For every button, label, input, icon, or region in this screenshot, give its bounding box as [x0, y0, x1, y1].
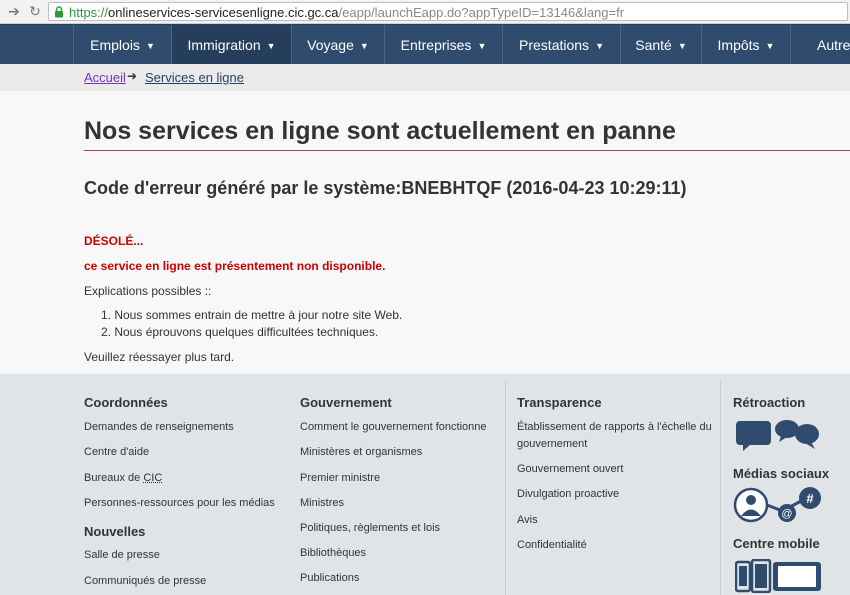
reload-icon[interactable]: ↻ — [27, 3, 43, 19]
menu-item-entreprises[interactable]: Entreprises ▼ — [384, 25, 502, 65]
page-title: Nos services en ligne sont actuellement … — [84, 117, 676, 145]
chevron-down-icon: ▼ — [359, 41, 369, 51]
footer-link[interactable]: Ministères et organismes — [300, 444, 422, 460]
footer-link[interactable]: Établissement de rapports à l'échelle du — [517, 419, 712, 435]
menu-item-autres[interactable]: Autres — [790, 25, 850, 65]
mobile-devices-icon[interactable] — [735, 559, 825, 593]
menu-item-emplois[interactable]: Emplois ▼ — [73, 25, 171, 65]
footer-link[interactable]: Salle de presse — [84, 547, 160, 563]
main-menu: Emplois ▼ Immigration ▼ Voyage ▼ Entreprise… — [0, 24, 850, 65]
footer-link[interactable]: Communiqués de presse — [84, 573, 206, 589]
chevron-down-icon: ▼ — [595, 41, 604, 51]
unavailable-message: ce service en ligne est présentement non… — [84, 259, 386, 273]
forward-arrow-icon[interactable]: ➔ — [6, 3, 22, 19]
cic-abbreviation: CIC — [143, 472, 163, 484]
footer-heading-nouvelles: Nouvelles — [84, 524, 146, 539]
explanation-item: 2. Nous éprouvons quelques difficultées … — [101, 325, 379, 339]
feedback-bubbles-icon[interactable] — [735, 418, 821, 452]
footer-link[interactable]: Divulgation proactive — [517, 486, 619, 502]
explanation-item: 1. Nous sommes entrain de mettre à jour … — [101, 308, 403, 322]
footer-link[interactable]: gouvernement — [517, 436, 587, 452]
breadcrumb-arrow-icon: ➜ — [127, 69, 138, 83]
footer-heading-medias-sociaux: Médias sociaux — [733, 466, 830, 481]
error-code-heading: Code d'erreur généré par le système:BNEB… — [84, 178, 687, 198]
sorry-message: DÉSOLÉ... — [84, 234, 144, 248]
url-text: https://onlineservices-servicesenligne.c… — [69, 5, 625, 20]
footer-link[interactable]: Bureaux de CIC — [84, 470, 162, 486]
title-divider — [84, 150, 850, 151]
svg-text:@: @ — [781, 508, 792, 520]
svg-text:#: # — [806, 491, 814, 506]
chevron-down-icon: ▼ — [765, 41, 775, 51]
chevron-down-icon: ▼ — [677, 41, 687, 51]
footer-heading-gouvernement: Gouvernement — [300, 395, 392, 410]
explanations-label: Explications possibles :: — [84, 284, 212, 298]
address-bar[interactable]: https://onlineservices-servicesenligne.c… — [48, 2, 848, 21]
footer-divider — [720, 381, 721, 595]
footer-heading-transparence: Transparence — [517, 395, 602, 410]
chevron-down-icon: ▼ — [145, 41, 155, 51]
footer-heading-centre-mobile: Centre mobile — [733, 536, 820, 551]
chevron-down-icon: ▼ — [266, 41, 276, 51]
menu-item-immigration[interactable]: Immigration ▼ — [171, 25, 291, 65]
footer-link[interactable]: Centre d'aide — [84, 444, 149, 460]
menu-item-impots[interactable]: Impôts ▼ — [701, 25, 790, 65]
retry-message: Veuillez réessayer plus tard. — [84, 350, 235, 364]
lock-icon — [55, 6, 63, 18]
footer-link[interactable]: Avis — [517, 512, 538, 528]
footer-link[interactable]: Gouvernement ouvert — [517, 461, 623, 477]
footer-link[interactable]: Comment le gouvernement fonctionne — [300, 419, 487, 435]
breadcrumb-current-link[interactable]: Services en ligne — [145, 70, 244, 85]
footer-heading-retroaction: Rétroaction — [733, 395, 806, 410]
footer-link[interactable]: Politiques, règlements et lois — [300, 520, 440, 536]
breadcrumb-home-link[interactable]: Accueil — [84, 70, 126, 85]
footer-link[interactable]: Publications — [300, 570, 359, 586]
footer-link[interactable]: Ministres — [300, 495, 344, 511]
footer-divider — [505, 381, 506, 595]
menu-item-sante[interactable]: Santé ▼ — [620, 25, 701, 65]
menu-item-prestations[interactable]: Prestations ▼ — [502, 25, 620, 65]
footer-link[interactable]: Bibliothèques — [300, 545, 366, 561]
social-network-icon[interactable]: @ # — [733, 486, 823, 524]
footer-link[interactable]: Premier ministre — [300, 470, 380, 486]
footer-link[interactable]: Demandes de renseignements — [84, 419, 234, 435]
footer-heading-coordonnees: Coordonnées — [84, 395, 168, 410]
menu-item-voyage[interactable]: Voyage ▼ — [291, 25, 384, 65]
browser-toolbar: ➔ ↻ https://onlineservices-servicesenlig… — [0, 0, 850, 24]
chevron-down-icon: ▼ — [477, 41, 487, 51]
footer-link[interactable]: Personnes-ressources pour les médias — [84, 495, 275, 511]
footer-link[interactable]: Confidentialité — [517, 537, 587, 553]
